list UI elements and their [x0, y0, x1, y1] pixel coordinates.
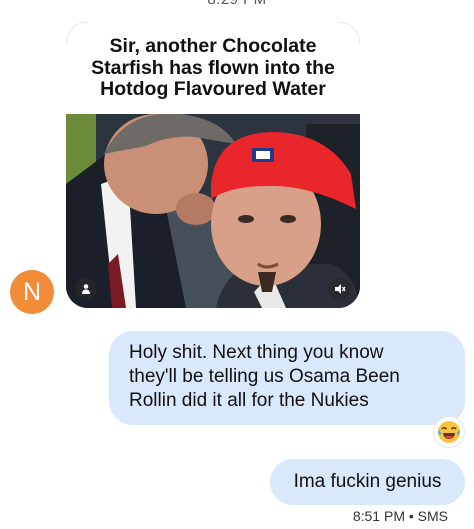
- message-status: 8:51 PM • SMS: [352, 508, 448, 524]
- mute-icon[interactable]: [329, 278, 351, 300]
- message-text-line: Holy shit. Next thing you know: [129, 342, 384, 363]
- laughing-tears-emoji-icon[interactable]: [434, 417, 464, 447]
- avatar-initial: N: [22, 277, 42, 306]
- message-text-line: Rollin did it all for the Nukies: [129, 390, 369, 411]
- meme-caption-line: Hotdog Flavoured Water: [100, 78, 326, 100]
- meme-caption-line: Starfish has flown into the: [91, 56, 335, 79]
- mms-image-message[interactable]: Sir, another Chocolate Starfish has flow…: [66, 22, 360, 308]
- time-header: 8:29 PM: [0, 0, 474, 8]
- outgoing-message-bubble[interactable]: Ima fuckin genius: [270, 459, 465, 505]
- meme-photo: [66, 114, 360, 308]
- outgoing-message-bubble[interactable]: Holy shit. Next thing you know they'll b…: [109, 331, 465, 425]
- message-text-line: they'll be telling us Osama Been: [129, 366, 400, 387]
- meme-caption: Sir, another Chocolate Starfish has flow…: [66, 22, 360, 114]
- contact-avatar[interactable]: N: [10, 270, 54, 314]
- meme-caption-line: Sir, another Chocolate: [109, 35, 317, 57]
- person-icon[interactable]: [75, 278, 97, 300]
- message-text: Ima fuckin genius: [293, 471, 442, 492]
